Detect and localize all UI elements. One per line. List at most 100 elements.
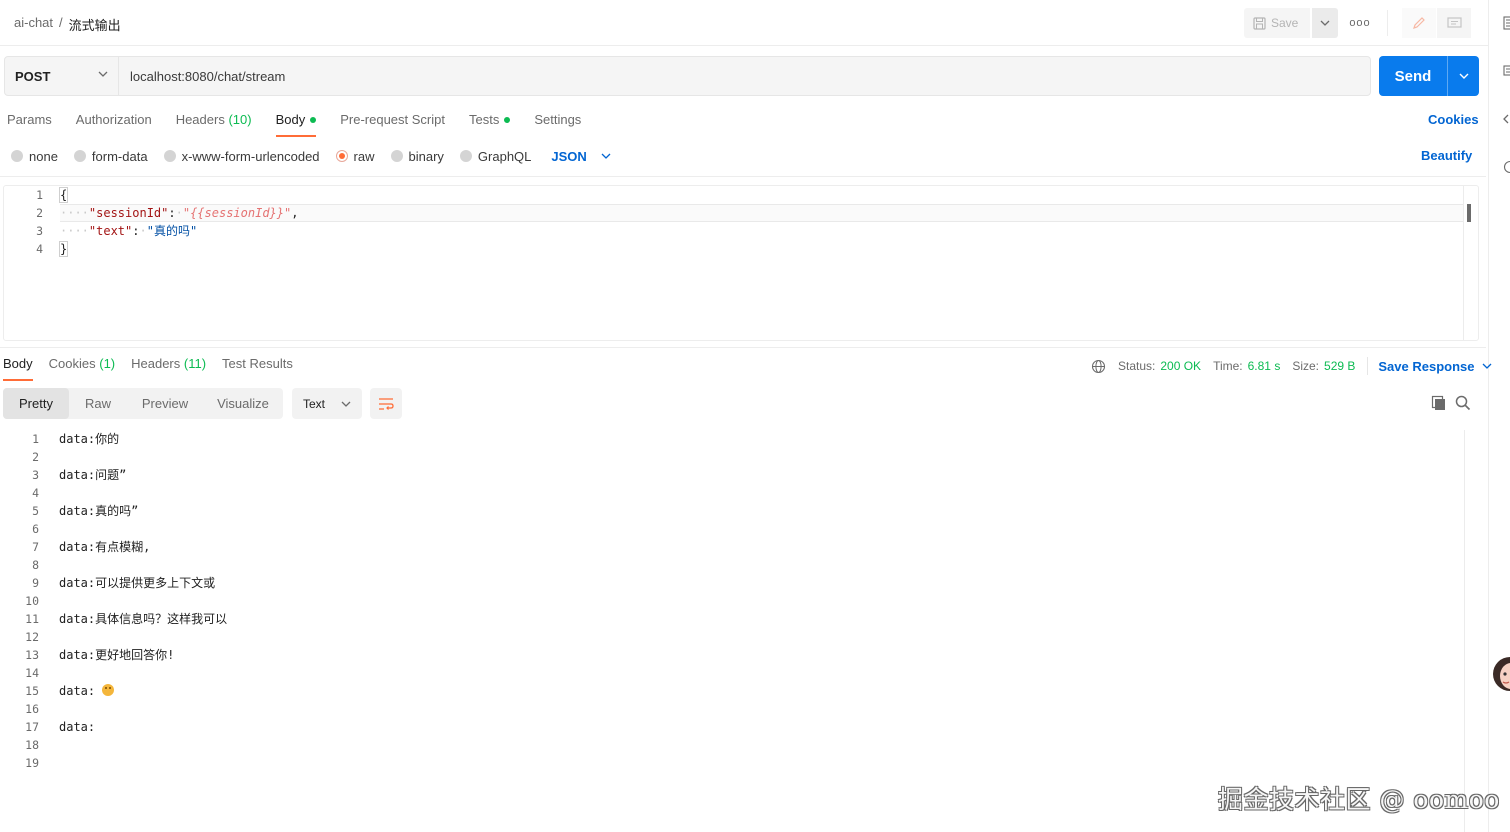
response-line: data:具体信息吗？这样我可以	[59, 612, 228, 626]
body-type-selector: none form-data x-www-form-urlencoded raw…	[11, 148, 611, 164]
body-type-form-data[interactable]: form-data	[73, 149, 148, 164]
json-key: "sessionId"	[88, 206, 169, 220]
breadcrumb-collection[interactable]: ai-chat	[14, 15, 53, 34]
send-button[interactable]: Send	[1379, 56, 1447, 96]
line-number: 15	[25, 684, 39, 698]
body-type-urlencoded[interactable]: x-www-form-urlencoded	[163, 149, 320, 164]
line-number: 11	[25, 612, 39, 626]
body-type-binary[interactable]: binary	[390, 148, 444, 164]
response-line	[59, 592, 227, 610]
view-pretty[interactable]: Pretty	[3, 388, 69, 419]
divider	[0, 347, 1486, 348]
code-line-active: ····"sessionId":·"{{sessionId}}",	[60, 204, 1464, 222]
tab-response-headers[interactable]: Headers (11)	[131, 356, 206, 380]
tab-count: (1)	[99, 356, 116, 371]
radio-icon	[11, 150, 23, 162]
view-visualize[interactable]: Visualize	[203, 388, 283, 419]
size-label: Size:	[1292, 359, 1320, 373]
body-format-select[interactable]: JSON	[551, 148, 611, 164]
avatar[interactable]	[1490, 654, 1510, 694]
wrap-lines-button[interactable]	[370, 388, 402, 419]
request-header-bar: ai-chat / 流式输出 Save ooo	[0, 0, 1488, 46]
response-scrollbar[interactable]	[1464, 430, 1480, 832]
body-format-value: JSON	[551, 148, 587, 164]
smile-emoji-icon	[102, 684, 115, 696]
save-options-caret[interactable]	[1312, 8, 1338, 38]
body-type-raw[interactable]: raw	[335, 149, 375, 164]
comments-button[interactable]	[1437, 8, 1471, 38]
beautify-button[interactable]: Beautify	[1421, 148, 1472, 163]
request-body-editor[interactable]: 1 2 3 4 { ····"sessionId":·"{{sessionId}…	[3, 185, 1479, 341]
chevron-down-icon	[1483, 363, 1492, 369]
tab-response-cookies[interactable]: Cookies (1)	[49, 356, 115, 380]
toolbar-divider	[1387, 10, 1388, 36]
status-value[interactable]: 200 OK	[1160, 359, 1201, 373]
radio-icon	[390, 150, 403, 162]
tab-params[interactable]: Params	[7, 112, 52, 136]
status-dot	[310, 116, 317, 123]
send-options-caret[interactable]	[1448, 56, 1479, 96]
send-button-group: Send	[1379, 56, 1479, 96]
tab-authorization[interactable]: Authorization	[76, 112, 152, 136]
view-preview[interactable]: Preview	[127, 388, 203, 419]
code-line: }	[58, 240, 1464, 258]
chevron-down-icon	[98, 71, 108, 77]
line-number: 9	[32, 576, 39, 590]
response-line: data:问题”	[59, 468, 127, 482]
editor-scrollbar[interactable]	[1463, 186, 1477, 340]
body-type-graphql[interactable]: GraphQL	[459, 149, 531, 164]
code-line: {	[58, 186, 1464, 204]
response-line-text: data:	[59, 684, 103, 698]
info-icon[interactable]	[1503, 160, 1510, 174]
breadcrumb-request-name[interactable]: 流式输出	[69, 15, 121, 34]
search-icon[interactable]	[1455, 395, 1471, 411]
documentation-icon[interactable]	[1503, 16, 1510, 30]
save-response-button[interactable]: Save Response	[1378, 359, 1492, 374]
response-view-tabs: Pretty Raw Preview Visualize	[3, 388, 283, 419]
tab-response-body[interactable]: Body	[3, 356, 33, 381]
format-value: Text	[303, 396, 326, 411]
radio-label: binary	[408, 148, 444, 164]
line-number: 1	[32, 432, 39, 446]
cookies-link[interactable]: Cookies	[1428, 112, 1479, 127]
json-string-value: "真的吗"	[146, 224, 198, 238]
tab-tests[interactable]: Tests	[469, 112, 511, 136]
right-sidebar	[1488, 0, 1510, 832]
tab-headers[interactable]: Headers (10)	[176, 112, 252, 136]
tab-body[interactable]: Body	[275, 112, 317, 137]
response-format-select[interactable]: Text	[292, 388, 362, 419]
tab-label: Headers	[175, 112, 225, 127]
tab-settings[interactable]: Settings	[534, 112, 581, 136]
response-body-viewer[interactable]: 1 2 3 4 5 6 7 8 9 10 11 12 13 14 15 16 17 18 19 data:你的 dat…	[0, 430, 1480, 830]
response-line: data:有点模糊,	[59, 540, 151, 554]
response-line: data:你的	[59, 432, 120, 446]
line-number: 19	[25, 756, 39, 770]
time-value[interactable]: 6.81 s	[1248, 359, 1281, 373]
url-input[interactable]: localhost:8080/chat/stream	[119, 57, 1370, 95]
more-actions-button[interactable]: ooo	[1348, 12, 1372, 34]
radio-icon	[459, 150, 472, 162]
body-type-none[interactable]: none	[11, 149, 58, 164]
response-line: data:可以提供更多上下文或	[59, 576, 216, 590]
size-value[interactable]: 529 B	[1324, 359, 1355, 373]
view-raw[interactable]: Raw	[69, 388, 127, 419]
save-button[interactable]: Save	[1244, 8, 1310, 38]
tab-label: Params	[7, 112, 52, 127]
comment-panel-icon[interactable]	[1503, 64, 1510, 78]
wrap-lines-icon	[379, 397, 394, 410]
tab-label: Settings	[534, 112, 582, 127]
globe-icon[interactable]	[1091, 359, 1106, 374]
breadcrumb-separator: /	[59, 15, 63, 30]
radio-selected-icon	[335, 150, 348, 162]
response-line	[59, 664, 227, 682]
scrollbar-thumb[interactable]	[1467, 204, 1471, 222]
tab-pre-request-script[interactable]: Pre-request Script	[340, 112, 445, 136]
divider	[0, 176, 1486, 177]
edit-button[interactable]	[1402, 8, 1436, 38]
code-icon[interactable]	[1503, 112, 1510, 126]
tab-test-results[interactable]: Test Results	[222, 356, 293, 380]
response-line	[59, 628, 227, 646]
radio-label: none	[29, 148, 58, 164]
method-select[interactable]: POST	[5, 57, 119, 95]
copy-icon[interactable]	[1431, 395, 1447, 411]
